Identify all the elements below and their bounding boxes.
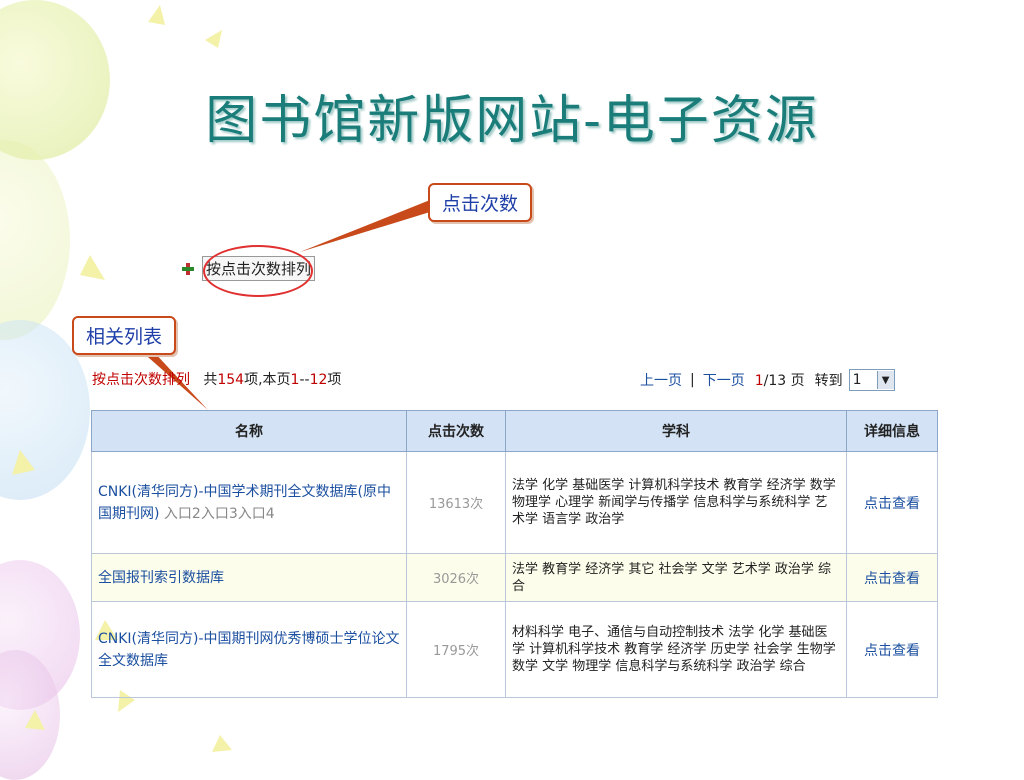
sort-icon bbox=[182, 262, 194, 275]
subject-list: 法学 教育学 经济学 其它 社会学 文学 艺术学 政治学 综合 bbox=[505, 553, 847, 602]
total-suffix: 项,本页 bbox=[244, 372, 291, 388]
callout-clicks: 点击次数 bbox=[428, 183, 533, 222]
highlight-ellipse bbox=[203, 245, 313, 297]
sort-label: 按点击次数排列 bbox=[92, 372, 190, 388]
prev-page-link[interactable]: 上一页 bbox=[640, 370, 682, 390]
total-count: 154 bbox=[217, 372, 245, 388]
page-select[interactable]: 1 ▼ bbox=[848, 369, 895, 391]
current-page: 1 bbox=[754, 373, 764, 389]
slide-title: 图书馆新版网站-电子资源 bbox=[205, 91, 819, 151]
subject-list: 材料科学 电子、通信与自动控制技术 法学 化学 基础医学 计算机科学技术 教育学… bbox=[505, 601, 847, 698]
subject-list: 法学 化学 基础医学 计算机科学技术 教育学 经济学 数学 物理学 心理学 新闻… bbox=[505, 451, 847, 554]
range-sep: -- bbox=[299, 372, 310, 388]
view-detail-link[interactable]: 点击查看 bbox=[846, 601, 938, 698]
entry-links[interactable]: 入口2入口3入口4 bbox=[164, 506, 275, 522]
view-detail-link[interactable]: 点击查看 bbox=[846, 451, 938, 554]
click-count: 3026次 bbox=[406, 553, 506, 602]
column-header-clicks: 点击次数 bbox=[406, 410, 506, 452]
resource-name-cell: 全国报刊索引数据库 bbox=[91, 553, 407, 602]
resource-name-link[interactable]: CNKI(清华同方)-中国期刊网优秀博硕士学位论文全文数据库 bbox=[98, 631, 400, 669]
goto-label: 转到 bbox=[814, 373, 843, 389]
click-count: 13613次 bbox=[406, 451, 506, 554]
column-header-name: 名称 bbox=[91, 410, 407, 452]
result-summary: 按点击次数排列 共154项,本页1--12项 bbox=[92, 369, 341, 389]
range-suffix: 项 bbox=[327, 372, 342, 388]
next-page-link[interactable]: 下一页 bbox=[703, 370, 745, 390]
column-header-detail: 详细信息 bbox=[846, 410, 938, 452]
resource-name-cell: CNKI(清华同方)-中国学术期刊全文数据库(原中国期刊网) 入口2入口3入口4 bbox=[91, 451, 407, 554]
pager: 上一页 | 下一页 1/13 页 转到 1 ▼ bbox=[640, 369, 895, 391]
chevron-down-icon[interactable]: ▼ bbox=[876, 371, 894, 389]
table-row: CNKI(清华同方)-中国期刊网优秀博硕士学位论文全文数据库 1795次 材料科… bbox=[91, 601, 938, 698]
range-end: 12 bbox=[309, 372, 328, 388]
table-row: 全国报刊索引数据库 3026次 法学 教育学 经济学 其它 社会学 文学 艺术学… bbox=[91, 553, 938, 602]
resource-name-link[interactable]: 全国报刊索引数据库 bbox=[98, 570, 224, 586]
view-detail-link[interactable]: 点击查看 bbox=[846, 553, 938, 602]
total-pages: /13 页 bbox=[763, 373, 805, 389]
results-table: 名称 点击次数 学科 详细信息 CNKI(清华同方)-中国学术期刊全文数据库(原… bbox=[91, 410, 938, 698]
total-prefix: 共 bbox=[203, 372, 218, 388]
pager-sep: | bbox=[690, 372, 695, 388]
table-row: CNKI(清华同方)-中国学术期刊全文数据库(原中国期刊网) 入口2入口3入口4… bbox=[91, 451, 938, 554]
callout-list: 相关列表 bbox=[72, 316, 177, 355]
column-header-subject: 学科 bbox=[505, 410, 847, 452]
resource-name-cell: CNKI(清华同方)-中国期刊网优秀博硕士学位论文全文数据库 bbox=[91, 601, 407, 698]
click-count: 1795次 bbox=[406, 601, 506, 698]
page-select-value: 1 bbox=[852, 372, 862, 388]
table-header-row: 名称 点击次数 学科 详细信息 bbox=[91, 410, 938, 452]
